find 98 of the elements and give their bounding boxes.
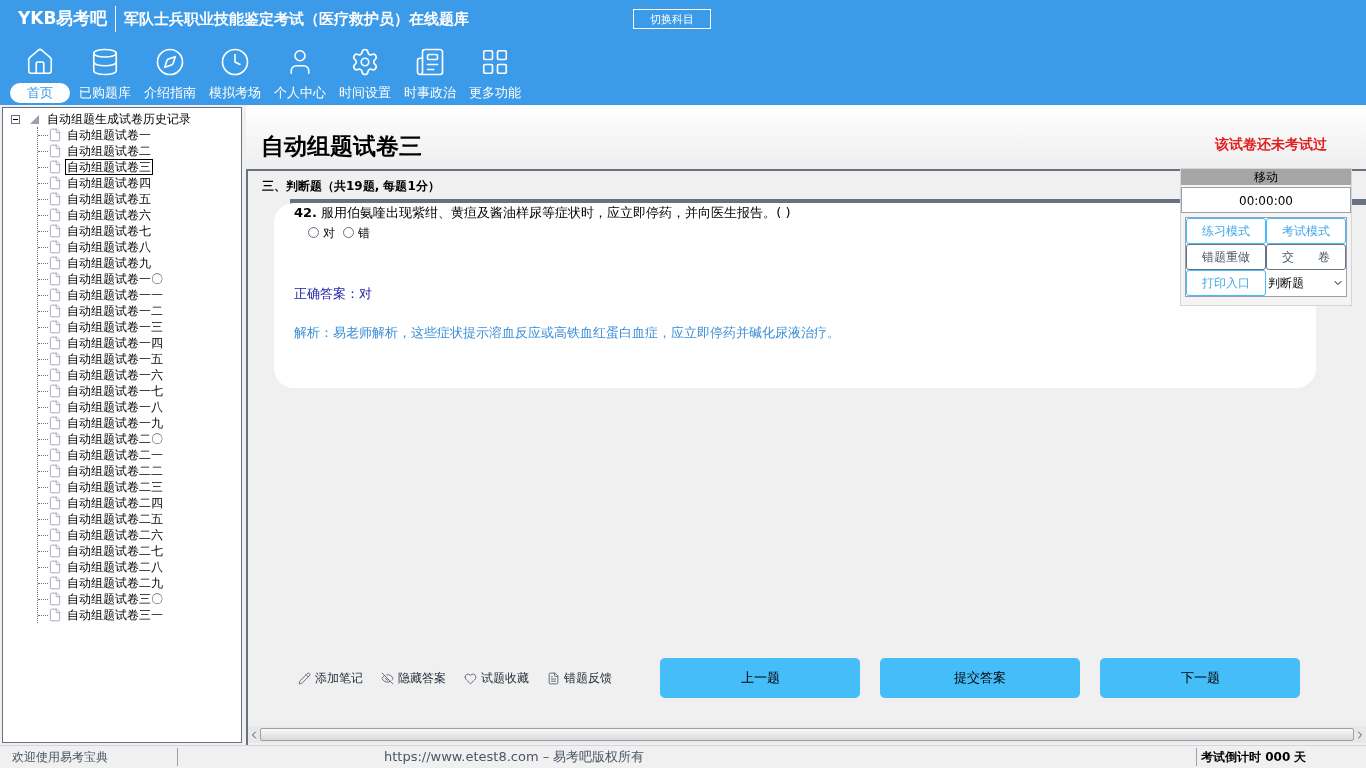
eye-icon (381, 671, 394, 685)
document-icon (48, 288, 62, 302)
copyright-text: https://www.etest8.com – 易考吧版权所有 (384, 748, 645, 767)
folder-icon (30, 114, 39, 124)
document-icon (48, 512, 62, 526)
tree-item[interactable]: 自动组题试卷五 (65, 191, 153, 207)
document-icon (48, 464, 62, 478)
document-icon (48, 224, 62, 238)
tree-item[interactable]: 自动组题试卷一四 (65, 335, 165, 351)
tree-item[interactable]: 自动组题试卷三一 (65, 607, 165, 623)
document-icon (48, 432, 62, 446)
action-link[interactable]: 试题收藏 (464, 669, 529, 687)
clock-icon[interactable] (219, 47, 250, 77)
document-icon (48, 608, 62, 622)
newspaper-icon[interactable] (414, 47, 445, 77)
document-icon (48, 368, 62, 382)
document-icon (48, 400, 62, 414)
document-icon (48, 240, 62, 254)
exam-status-text: 该试卷还未考试过 (1215, 135, 1327, 154)
compass-icon[interactable] (154, 47, 185, 77)
tree-item[interactable]: 自动组题试卷三〇 (65, 591, 165, 607)
timer-display: 00:00:00 (1181, 187, 1351, 213)
tree-item[interactable]: 自动组题试卷八 (65, 239, 153, 255)
tree-item[interactable]: 自动组题试卷二四 (65, 495, 165, 511)
tree-root-label[interactable]: 自动组题生成试卷历史记录 (47, 111, 191, 127)
tree-item[interactable]: 自动组题试卷四 (65, 175, 153, 191)
explanation-text: 解析：易老师解析，这些症状提示溶血反应或高铁血红蛋白血症，应立即停药并碱化尿液治疗。 (294, 324, 841, 342)
document-icon (48, 128, 62, 142)
document-icon (48, 528, 62, 542)
countdown-text: 考试倒计时 000 天 (1196, 748, 1366, 766)
document-icon (48, 160, 62, 174)
document-icon (48, 416, 62, 430)
radio-button[interactable] (308, 227, 319, 238)
mode-button[interactable]: 错题重做 (1186, 244, 1266, 270)
tree-item[interactable]: 自动组题试卷一三 (65, 319, 165, 335)
document-icon (48, 352, 62, 366)
collapse-toggle-icon[interactable] (11, 114, 20, 124)
option-label: 错 (358, 224, 370, 242)
app-logo: YKB易考吧 (18, 6, 117, 32)
tree-item[interactable]: 自动组题试卷二一 (65, 447, 165, 463)
document-icon (48, 208, 62, 222)
tree-item[interactable]: 自动组题试卷一 (65, 127, 153, 143)
document-icon (547, 671, 560, 685)
correct-answer: 正确答案：对 (294, 284, 372, 303)
document-icon (48, 320, 62, 334)
tree-item[interactable]: 自动组题试卷二五 (65, 511, 165, 527)
tree-item[interactable]: 自动组题试卷二七 (65, 543, 165, 559)
paper-title: 自动组题试卷三 (261, 131, 422, 161)
section-heading: 三、判断题（共19题, 每题1分） (262, 178, 440, 195)
question-text: 42. 服用伯氨喹出现紫绀、黄疸及酱油样尿等症状时，应立即停药，并向医生报告。( ) (294, 204, 792, 222)
tree-item[interactable]: 自动组题试卷二六 (65, 527, 165, 543)
document-icon (48, 448, 62, 462)
document-icon (48, 144, 62, 158)
tree-item[interactable]: 自动组题试卷二 (65, 143, 153, 159)
heart-icon (464, 671, 477, 685)
radio-button[interactable] (343, 227, 354, 238)
action-link[interactable]: 添加笔记 (298, 669, 363, 687)
tree-item[interactable]: 自动组题试卷二二 (65, 463, 165, 479)
tree-item[interactable]: 自动组题试卷一六 (65, 367, 165, 383)
tree-item[interactable]: 自动组题试卷九 (65, 255, 153, 271)
action-link[interactable]: 隐藏答案 (381, 669, 446, 687)
document-icon (48, 384, 62, 398)
tree-item[interactable]: 自动组题试卷一七 (65, 383, 165, 399)
horizontal-scrollbar[interactable] (248, 726, 1366, 743)
tree-item[interactable]: 自动组题试卷六 (65, 207, 153, 223)
document-icon (48, 576, 62, 590)
tree-item[interactable]: 自动组题试卷一〇 (65, 271, 165, 287)
window-title: 军队士兵职业技能鉴定考试（医疗救护员）在线题库 (124, 8, 470, 30)
document-icon (48, 272, 62, 286)
document-icon (48, 480, 62, 494)
document-icon (48, 192, 62, 206)
tree-item[interactable]: 自动组题试卷一一 (65, 287, 165, 303)
tree-item[interactable]: 自动组题试卷一八 (65, 399, 165, 415)
document-icon (48, 592, 62, 606)
question-nav-button[interactable]: 下一题 (1100, 658, 1300, 698)
tree-item[interactable]: 自动组题试卷三 (65, 159, 153, 175)
question-nav-button[interactable]: 上一题 (660, 658, 860, 698)
tree-item[interactable]: 自动组题试卷一五 (65, 351, 165, 367)
tree-item[interactable]: 自动组题试卷二九 (65, 575, 165, 591)
document-icon (48, 336, 62, 350)
tree-item[interactable]: 自动组题试卷二八 (65, 559, 165, 575)
document-icon (48, 256, 62, 270)
pencil-icon (298, 671, 311, 685)
action-link[interactable]: 错题反馈 (547, 669, 612, 687)
document-icon (48, 560, 62, 574)
option-label: 对 (323, 224, 335, 242)
document-icon (48, 544, 62, 558)
tree-item[interactable]: 自动组题试卷二三 (65, 479, 165, 495)
welcome-text: 欢迎使用易考宝典 (0, 748, 178, 766)
document-icon (48, 304, 62, 318)
document-icon (48, 176, 62, 190)
document-icon (48, 496, 62, 510)
tree-item[interactable]: 自动组题试卷七 (65, 223, 153, 239)
panel-title[interactable]: 移动 (1181, 169, 1351, 185)
question-nav-button[interactable]: 提交答案 (880, 658, 1080, 698)
tree-item[interactable]: 自动组题试卷二〇 (65, 431, 165, 447)
tree-item[interactable]: 自动组题试卷一二 (65, 303, 165, 319)
tree-item[interactable]: 自动组题试卷一九 (65, 415, 165, 431)
